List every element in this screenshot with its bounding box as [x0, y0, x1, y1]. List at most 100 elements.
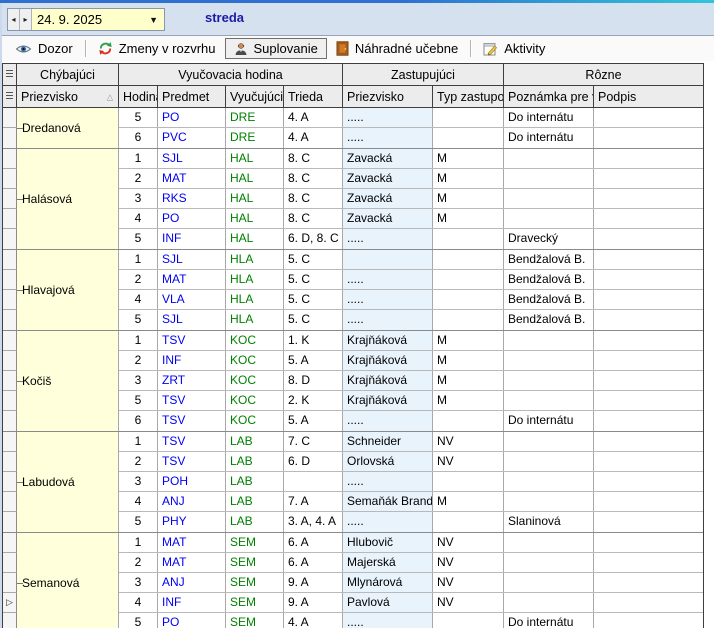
hodina-cell[interactable]: 2 — [119, 553, 158, 572]
trieda-cell[interactable] — [284, 472, 343, 491]
zastupujuci-cell[interactable]: Krajňáková — [343, 371, 433, 390]
hodina-cell[interactable]: 1 — [119, 533, 158, 552]
calendar-dropdown-icon[interactable]: ▼ — [149, 15, 158, 25]
zastupujuci-cell[interactable]: Zavacká — [343, 169, 433, 188]
hodina-cell[interactable]: 4 — [119, 209, 158, 228]
predmet-cell[interactable]: SJL — [158, 149, 226, 168]
hodina-cell[interactable]: 5 — [119, 229, 158, 249]
poznamka-cell[interactable]: Slaninová — [504, 512, 594, 532]
row-selector-cell[interactable] — [3, 149, 17, 169]
tab-dozor[interactable]: Dozor — [6, 38, 82, 59]
podpis-cell[interactable] — [594, 492, 703, 511]
hodina-cell[interactable]: 5 — [119, 512, 158, 532]
absent-teacher-cell[interactable]: Hlavajová — [17, 250, 119, 330]
typ-zastupovania-cell[interactable]: M — [433, 189, 504, 208]
poznamka-cell[interactable]: Bendžalová B. — [504, 250, 594, 269]
poznamka-cell[interactable] — [504, 391, 594, 410]
next-day-button[interactable]: ▸ — [20, 9, 32, 30]
predmet-cell[interactable]: ZRT — [158, 371, 226, 390]
trieda-cell[interactable]: 7. A — [284, 492, 343, 511]
poznamka-cell[interactable] — [504, 533, 594, 552]
podpis-cell[interactable] — [594, 128, 703, 148]
poznamka-cell[interactable] — [504, 492, 594, 511]
trieda-cell[interactable]: 5. C — [284, 310, 343, 330]
trieda-cell[interactable]: 2. K — [284, 391, 343, 410]
date-input[interactable]: 24. 9. 2025 ▼ — [32, 9, 164, 30]
typ-zastupovania-cell[interactable]: NV — [433, 452, 504, 471]
group-header-rozne[interactable]: Rôzne — [504, 64, 703, 85]
trieda-cell[interactable]: 1. K — [284, 331, 343, 350]
row-selector-cell[interactable] — [3, 553, 17, 573]
hodina-cell[interactable]: 1 — [119, 149, 158, 168]
vyucujuci-cell[interactable]: SEM — [226, 613, 284, 628]
poznamka-cell[interactable] — [504, 149, 594, 168]
typ-zastupovania-cell[interactable]: NV — [433, 533, 504, 552]
predmet-cell[interactable]: PO — [158, 613, 226, 628]
hodina-cell[interactable]: 1 — [119, 331, 158, 350]
poznamka-cell[interactable] — [504, 209, 594, 228]
hodina-cell[interactable]: 6 — [119, 411, 158, 431]
typ-zastupovania-cell[interactable]: NV — [433, 432, 504, 451]
row-selector-cell[interactable] — [3, 108, 17, 128]
podpis-cell[interactable] — [594, 573, 703, 592]
row-selector-cell[interactable] — [3, 290, 17, 310]
zastupujuci-cell[interactable]: ..... — [343, 229, 433, 249]
vyucujuci-cell[interactable]: KOC — [226, 411, 284, 431]
poznamka-cell[interactable] — [504, 169, 594, 188]
podpis-cell[interactable] — [594, 189, 703, 208]
trieda-cell[interactable]: 8. C — [284, 169, 343, 188]
zastupujuci-cell[interactable]: ..... — [343, 270, 433, 289]
predmet-cell[interactable]: MAT — [158, 553, 226, 572]
zastupujuci-cell[interactable]: Zavacká — [343, 189, 433, 208]
row-selector-cell[interactable] — [3, 613, 17, 628]
typ-zastupovania-cell[interactable]: NV — [433, 573, 504, 592]
zastupujuci-cell[interactable]: Zavacká — [343, 149, 433, 168]
vyucujuci-cell[interactable]: SEM — [226, 573, 284, 592]
poznamka-cell[interactable]: Dravecký — [504, 229, 594, 249]
predmet-cell[interactable]: INF — [158, 593, 226, 612]
vyucujuci-cell[interactable]: SEM — [226, 593, 284, 612]
podpis-cell[interactable] — [594, 391, 703, 410]
typ-zastupovania-cell[interactable]: NV — [433, 593, 504, 612]
col-header-poznamka[interactable]: Poznámka pre v — [504, 86, 594, 107]
podpis-cell[interactable] — [594, 270, 703, 289]
row-selector-cell[interactable] — [3, 331, 17, 351]
zastupujuci-cell[interactable]: ..... — [343, 411, 433, 431]
col-header-priezvisko-absent[interactable]: Priezvisko △ — [17, 86, 119, 107]
zastupujuci-cell[interactable]: ..... — [343, 108, 433, 127]
typ-zastupovania-cell[interactable] — [433, 270, 504, 289]
hodina-cell[interactable]: 4 — [119, 593, 158, 612]
zastupujuci-cell[interactable]: ..... — [343, 512, 433, 532]
podpis-cell[interactable] — [594, 512, 703, 532]
typ-zastupovania-cell[interactable] — [433, 229, 504, 249]
typ-zastupovania-cell[interactable]: M — [433, 209, 504, 228]
hodina-cell[interactable]: 4 — [119, 290, 158, 309]
podpis-cell[interactable] — [594, 593, 703, 612]
zastupujuci-cell[interactable]: Orlovská — [343, 452, 433, 471]
vyucujuci-cell[interactable]: KOC — [226, 331, 284, 350]
row-selector-cell[interactable] — [3, 229, 17, 249]
col-header-predmet[interactable]: Predmet — [158, 86, 226, 107]
podpis-cell[interactable] — [594, 169, 703, 188]
row-selector-cell[interactable] — [3, 533, 17, 553]
poznamka-cell[interactable]: Bendžalová B. — [504, 290, 594, 309]
trieda-cell[interactable]: 4. A — [284, 613, 343, 628]
tab-nahradne-ucebne[interactable]: Náhradné učebne — [327, 38, 467, 59]
podpis-cell[interactable] — [594, 250, 703, 269]
podpis-cell[interactable] — [594, 229, 703, 249]
zastupujuci-cell[interactable]: Krajňáková — [343, 331, 433, 350]
typ-zastupovania-cell[interactable] — [433, 108, 504, 127]
vyucujuci-cell[interactable]: HLA — [226, 250, 284, 269]
zastupujuci-cell[interactable]: ..... — [343, 613, 433, 628]
zastupujuci-cell[interactable]: Krajňáková — [343, 391, 433, 410]
col-header-typ-zastupovania[interactable]: Typ zastupov — [433, 86, 504, 107]
poznamka-cell[interactable]: Do internátu — [504, 128, 594, 148]
absent-teacher-cell[interactable]: Labudová — [17, 432, 119, 532]
col-header-priezvisko-substitute[interactable]: Priezvisko — [343, 86, 433, 107]
typ-zastupovania-cell[interactable]: M — [433, 169, 504, 188]
typ-zastupovania-cell[interactable]: M — [433, 331, 504, 350]
vyucujuci-cell[interactable]: KOC — [226, 391, 284, 410]
zastupujuci-cell[interactable] — [343, 250, 433, 269]
col-header-trieda[interactable]: Trieda — [284, 86, 343, 107]
poznamka-cell[interactable]: Do internátu — [504, 411, 594, 431]
